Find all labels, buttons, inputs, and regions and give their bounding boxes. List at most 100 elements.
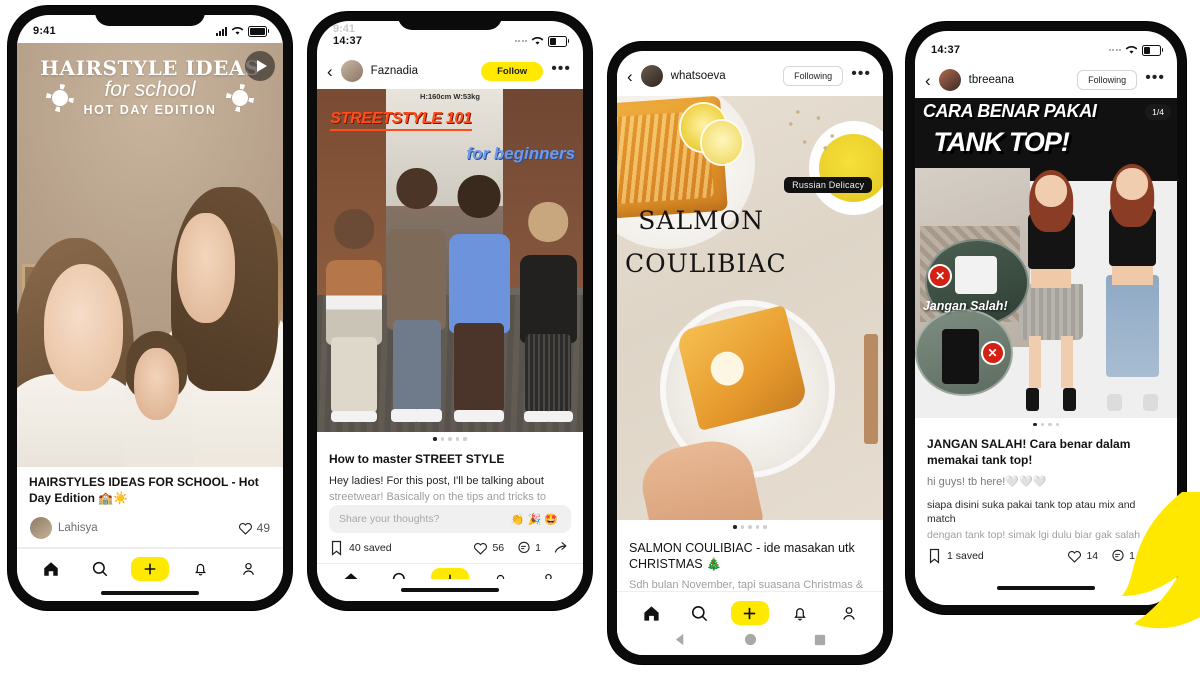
model-2-legs [392,320,441,412]
post-media[interactable]: Russian Delicacy SALMON COULIBIAC [617,96,883,521]
wifi-icon [531,37,544,45]
pager-dot[interactable] [733,525,737,529]
like-button[interactable]: 14 [1067,549,1098,563]
save-group[interactable]: 1 saved [928,548,984,564]
tab-search[interactable] [683,602,717,624]
model-center-boot-2 [1062,387,1077,412]
like-group[interactable]: 49 [238,521,270,535]
status-icons [1108,44,1163,56]
pager-dot[interactable] [1055,422,1059,427]
pager-dot[interactable] [1040,422,1044,427]
tab-profile[interactable] [832,602,866,624]
quick-emoji-row[interactable]: 👏🎉🤩 [511,513,561,526]
caption-block: SALMON COULIBIAC - ide masakan utk CHRIS… [617,531,883,591]
comment-icon [518,541,530,553]
comment-input[interactable]: Share your thoughts? 👏🎉🤩 [329,505,571,533]
bottom-tabbar [317,564,583,579]
tab-home[interactable] [634,602,668,624]
pager-dot[interactable] [440,437,445,441]
status-time: 14:37 [333,35,363,47]
android-recents-icon[interactable] [814,633,826,651]
author-info[interactable]: Lahisya [30,517,98,539]
model-2 [384,167,451,422]
tab-notifications[interactable] [183,558,217,580]
share-button[interactable] [554,541,570,555]
username[interactable]: Faznadia [371,65,473,77]
like-button[interactable]: 49 [238,521,270,535]
search-icon [692,605,708,621]
status-icons [514,35,569,47]
tab-create[interactable] [130,557,169,581]
save-group[interactable]: 40 saved [330,540,392,556]
pager-dot[interactable] [748,525,752,529]
hairstyle-cover-art: HAIRSTYLE IDEAS for school HOT DAY EDITI… [17,43,283,468]
page-counter-badge: 1/4 [1145,104,1171,120]
tab-profile[interactable] [532,569,566,579]
more-dots-icon[interactable]: ••• [1145,69,1165,87]
tab-create[interactable] [730,601,769,625]
caption-block: How to master STREET STYLE Hey ladies! F… [317,443,583,503]
post-media[interactable]: H:160cm W:53kg STREETSTYLE 101 for begin… [317,89,583,433]
android-back-icon[interactable] [674,633,687,651]
model-center-leg-2 [1061,335,1074,388]
chevron-left-icon[interactable]: ‹ [327,63,333,80]
streetstyle-cover-art: H:160cm W:53kg STREETSTYLE 101 for begin… [317,89,583,433]
tab-search[interactable] [83,558,117,580]
model-3-legs [454,323,505,412]
post-media[interactable]: ✕ ✕ Jangan Salah! CARA BENAR PAKAI TANK … [915,98,1177,418]
avatar[interactable] [640,65,663,87]
pager-dot[interactable] [433,437,437,441]
post-media[interactable]: HAIRSTYLE IDEAS for school HOT DAY EDITI… [17,43,283,468]
model-1-shoe-2 [350,411,378,422]
comment-placeholder: Share your thoughts? [339,513,440,525]
model-right-sneaker-1 [1107,394,1122,412]
model-right-jeans [1105,275,1160,378]
saved-count: 40 saved [349,542,392,554]
more-dots-icon[interactable]: ••• [851,65,871,83]
pager-dot[interactable] [1033,422,1037,427]
battery-half-icon [548,35,569,47]
cover-title-line2: TANK TOP! [933,126,1069,157]
avatar[interactable] [340,60,363,82]
tab-search[interactable] [383,569,417,579]
post-caption-line2: streetwear! Basically on the tips and tr… [329,491,547,503]
pager-dot[interactable] [463,437,467,441]
username[interactable]: whatsoeva [671,70,775,82]
chevron-left-icon[interactable]: ‹ [925,72,931,89]
follow-button[interactable]: Follow [481,61,544,81]
post-header: ‹ Faznadia Follow ••• [317,53,583,89]
android-home-icon[interactable] [744,633,757,651]
following-button[interactable]: Following [783,66,844,86]
like-count: 14 [1086,550,1099,562]
more-dots-icon[interactable]: ••• [551,60,571,78]
tab-home[interactable] [34,558,68,580]
following-button[interactable]: Following [1077,70,1138,90]
plus-icon [144,563,156,575]
pager-dot[interactable] [740,525,745,529]
pager-dot[interactable] [763,525,767,529]
tab-notifications[interactable] [483,569,517,579]
username[interactable]: tbreeana [969,74,1069,86]
pager-dot[interactable] [455,437,460,441]
x-mark-icon-2: ✕ [980,341,1005,366]
ghost-status-time: 9:41 [333,23,356,35]
pager-dot[interactable] [1048,422,1052,427]
model-center-head [1035,174,1068,207]
model-1-torso [326,260,383,346]
chevron-left-icon[interactable]: ‹ [627,68,633,85]
bell-icon [496,574,505,579]
post-header: ‹ whatsoeva Following ••• [617,51,883,96]
play-icon[interactable] [245,51,275,81]
tab-notifications[interactable] [783,602,817,624]
pager-dot[interactable] [448,437,452,441]
model-right [1091,163,1175,412]
avatar[interactable] [30,517,52,539]
like-button[interactable]: 56 [473,541,504,555]
comment-button[interactable]: 1 [517,541,541,555]
pager-dot[interactable] [755,525,760,529]
tab-home[interactable] [334,569,368,579]
plus-icon [449,574,451,579]
tab-profile[interactable] [232,558,266,580]
tab-create[interactable] [430,568,469,579]
avatar[interactable] [938,69,961,91]
